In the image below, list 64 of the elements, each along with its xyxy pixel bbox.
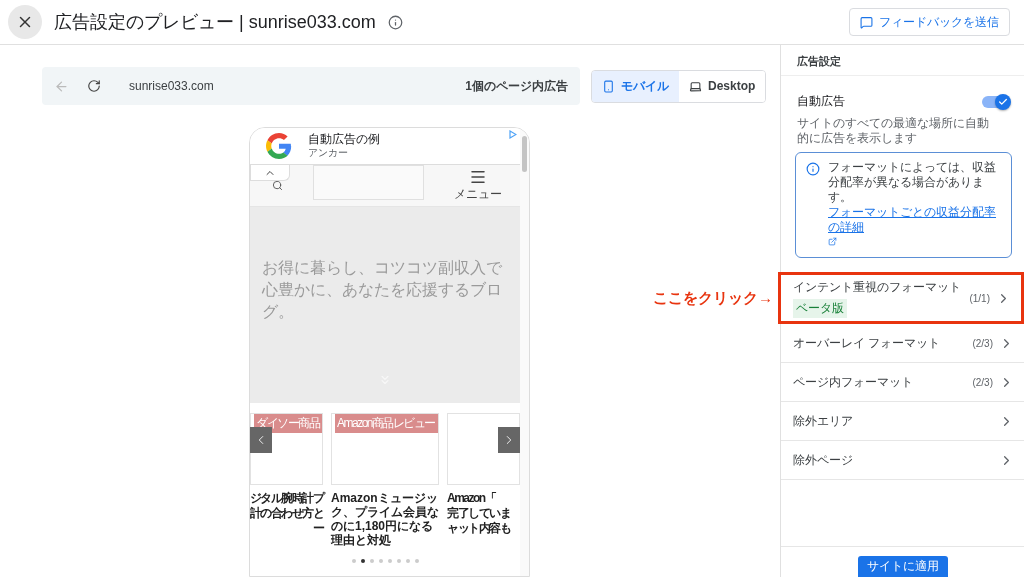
details-link[interactable]: フォーマットごとの収益分配率の詳細 <box>828 205 1003 235</box>
card-title-line[interactable]: Amazon「 <box>447 491 496 505</box>
card-title-line[interactable]: 計の合わせ方と <box>250 506 323 520</box>
window-title: 広告設定のプレビュー | sunrise033.com <box>54 11 376 34</box>
close-button[interactable] <box>8 5 42 39</box>
apply-button[interactable]: サイトに適用 <box>857 556 948 577</box>
menu-icon[interactable] <box>469 168 487 186</box>
item-label: オーバーレイ フォーマット <box>793 334 942 352</box>
carousel-dot[interactable] <box>414 559 419 563</box>
format-item[interactable]: 除外ページ <box>781 441 1024 480</box>
item-label: 除外エリア <box>793 412 854 430</box>
card-title-line[interactable]: 完了していま <box>447 506 510 520</box>
item-count: (1/1) <box>969 292 990 304</box>
card-title-line[interactable]: ー <box>312 521 323 535</box>
next-button[interactable] <box>498 427 520 453</box>
info-icon <box>806 162 820 176</box>
carousel-dot[interactable] <box>396 559 401 563</box>
carousel-dot[interactable] <box>378 559 383 563</box>
phone-icon <box>602 79 615 93</box>
menu-label: メニュー <box>454 186 502 203</box>
reload-icon[interactable] <box>87 79 101 93</box>
previous-button[interactable] <box>250 427 272 453</box>
carousel-dot[interactable] <box>351 559 356 563</box>
item-label: 除外ページ <box>793 451 854 469</box>
external-link-icon <box>828 237 837 246</box>
notice-text: フォーマットによっては、収益分配率が異なる場合があります。 フォーマットごとの収益分配率の詳細 <box>828 160 1003 250</box>
comment-icon <box>860 15 873 29</box>
google-logo-icon <box>266 133 292 159</box>
carousel-dot[interactable] <box>387 559 392 563</box>
laptop-icon <box>689 79 702 93</box>
ad-title: 自動広告の例 <box>308 132 380 146</box>
category-tag: Amazon商品レビュー <box>334 414 438 433</box>
beta-badge: ベータ版 <box>793 298 847 318</box>
tagline: お得に暮らし、コツコツ副収入で心豊かに、あなたを応援するブログ。 <box>262 258 503 322</box>
ad-choices-icon[interactable] <box>509 130 517 141</box>
card-title-line[interactable]: ャット内容も <box>447 521 510 535</box>
item-label: インテント重視のフォーマット <box>793 278 962 296</box>
feedback-button[interactable]: フィードバックを送信 <box>849 8 1010 36</box>
panel-title: 広告設定 <box>781 45 1024 76</box>
toggle-switch[interactable] <box>982 95 1008 108</box>
card-title-line[interactable]: ジタル腕時計プ <box>250 491 323 505</box>
ad-subtitle: アンカー <box>308 146 349 160</box>
url-text: sunrise033.com <box>129 79 214 93</box>
item-count: (2/3) <box>972 376 993 388</box>
item-label: ページ内フォーマット <box>793 373 914 391</box>
info-icon[interactable] <box>387 14 403 30</box>
scrollbar-thumb <box>522 136 527 172</box>
check-icon <box>998 96 1008 107</box>
format-item[interactable]: オーバーレイ フォーマット (2/3) <box>781 324 1024 363</box>
back-icon[interactable] <box>54 78 69 94</box>
carousel-dot[interactable] <box>405 559 410 563</box>
search-icon[interactable] <box>272 179 283 192</box>
ad-count: 1個のページ内広告 <box>465 77 568 95</box>
setting-description: サイトのすべての最適な場所に自動的に広告を表示します <box>797 116 990 146</box>
card-title[interactable]: Amazonミュージック、プライム会員なのに1,180円になる理由と対処 <box>331 491 439 547</box>
setting-label: 自動広告 <box>797 93 845 110</box>
carousel-dot[interactable] <box>360 559 365 563</box>
format-item[interactable]: インテント重視のフォーマット ベータ版 (1/1) <box>778 272 1024 324</box>
device-tab[interactable]: モバイル <box>592 70 679 102</box>
format-item[interactable]: 除外エリア <box>781 402 1024 441</box>
carousel-dot[interactable] <box>369 559 374 563</box>
format-item[interactable]: ページ内フォーマット (2/3) <box>781 363 1024 402</box>
annotation-text: ここをクリック→ <box>653 288 773 308</box>
item-count: (2/3) <box>972 337 993 349</box>
